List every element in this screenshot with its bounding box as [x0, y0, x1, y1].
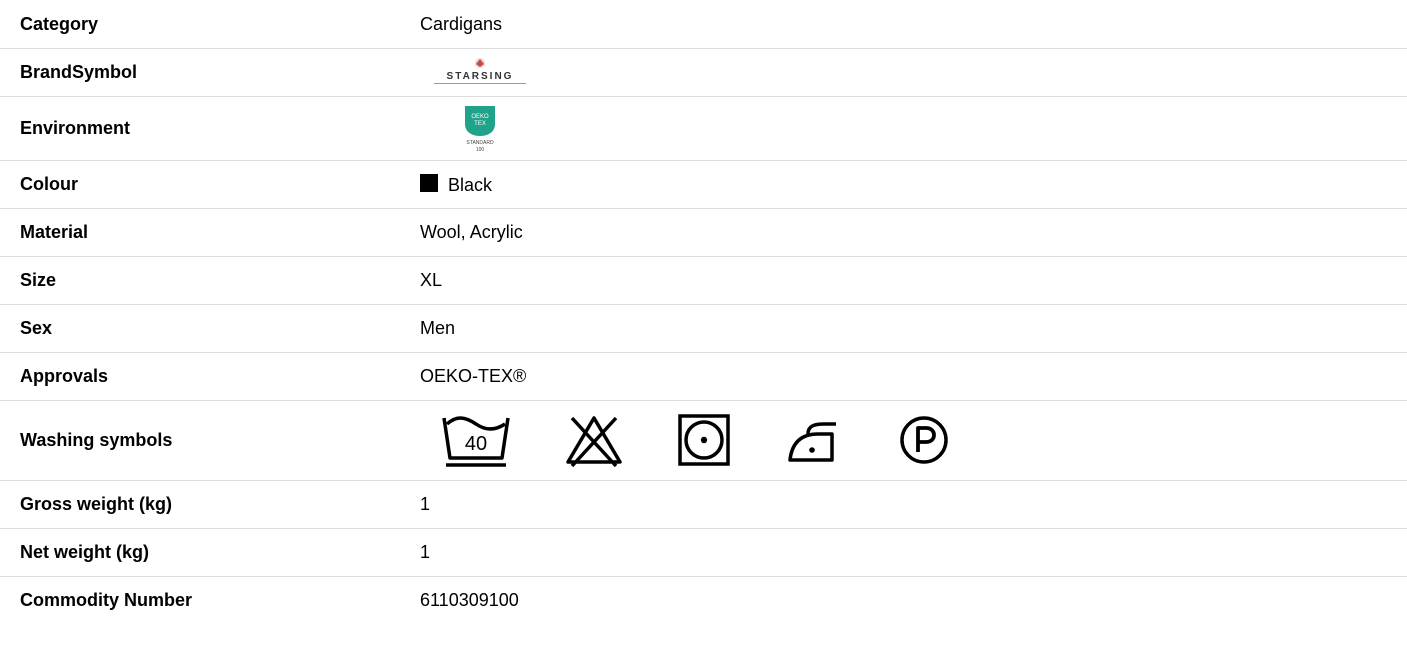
spec-label-approvals: Approvals: [0, 352, 420, 401]
spec-label-brand-symbol: BrandSymbol: [0, 48, 420, 97]
product-spec-table: Category Cardigans BrandSymbol STARSING …: [0, 0, 1407, 624]
spec-value-sex: Men: [420, 304, 1407, 353]
iron-low-icon: [788, 422, 836, 462]
spec-value-approvals: OEKO-TEX®: [420, 352, 1407, 401]
spec-row-category: Category Cardigans: [0, 0, 1407, 49]
svg-text:OEKO: OEKO: [471, 114, 489, 120]
spec-row-brand-symbol: BrandSymbol STARSING: [0, 48, 1407, 97]
spec-value-environment: OEKO TEX STANDARD 100: [420, 96, 1407, 161]
wash-40-icon: 40: [442, 416, 510, 467]
washing-symbols-list: 40: [440, 412, 1407, 468]
spec-row-gross-weight: Gross weight (kg) 1: [0, 480, 1407, 529]
spec-label-size: Size: [0, 256, 420, 305]
spec-value-gross-weight: 1: [420, 480, 1407, 529]
spec-row-washing-symbols: Washing symbols 40: [0, 400, 1407, 481]
spec-value-brand-symbol: STARSING: [420, 48, 1407, 97]
spec-label-net-weight: Net weight (kg): [0, 528, 420, 577]
spec-label-sex: Sex: [0, 304, 420, 353]
wash-temp-label: 40: [465, 433, 487, 455]
spec-row-colour: Colour Black: [0, 160, 1407, 209]
spec-value-colour: Black: [420, 160, 1407, 209]
spec-row-material: Material Wool, Acrylic: [0, 208, 1407, 257]
spec-row-size: Size XL: [0, 256, 1407, 305]
spec-value-washing-symbols: 40: [420, 400, 1407, 481]
spec-value-net-weight: 1: [420, 528, 1407, 577]
svg-text:STARSING: STARSING: [447, 71, 514, 82]
do-not-bleach-icon: [566, 416, 622, 468]
brand-logo-icon: STARSING: [434, 58, 526, 84]
spec-row-approvals: Approvals OEKO-TEX®: [0, 352, 1407, 401]
svg-text:100: 100: [476, 147, 485, 153]
spec-row-environment: Environment OEKO TEX STANDARD 100: [0, 96, 1407, 161]
dry-clean-p-icon: [900, 416, 948, 464]
spec-row-commodity-number: Commodity Number 6110309100: [0, 576, 1407, 624]
spec-value-material: Wool, Acrylic: [420, 208, 1407, 257]
spec-value-size: XL: [420, 256, 1407, 305]
spec-label-gross-weight: Gross weight (kg): [0, 480, 420, 529]
spec-value-commodity-number: 6110309100: [420, 590, 519, 611]
svg-text:TEX: TEX: [474, 121, 486, 127]
spec-label-material: Material: [0, 208, 420, 257]
spec-row-net-weight: Net weight (kg) 1: [0, 528, 1407, 577]
spec-label-commodity-number: Commodity Number: [20, 590, 193, 611]
spec-label-environment: Environment: [0, 96, 420, 161]
spec-label-colour: Colour: [0, 160, 420, 209]
colour-swatch: [420, 173, 438, 192]
svg-text:STANDARD: STANDARD: [466, 140, 494, 146]
spec-label-washing-symbols: Washing symbols: [0, 400, 420, 481]
spec-row-sex: Sex Men: [0, 304, 1407, 353]
spec-value-category: Cardigans: [420, 0, 1407, 49]
oeko-tex-badge-icon: OEKO TEX STANDARD 100: [465, 106, 495, 153]
tumble-dry-low-icon: [678, 414, 730, 466]
spec-label-category: Category: [0, 0, 420, 49]
colour-name: Black: [448, 174, 493, 195]
